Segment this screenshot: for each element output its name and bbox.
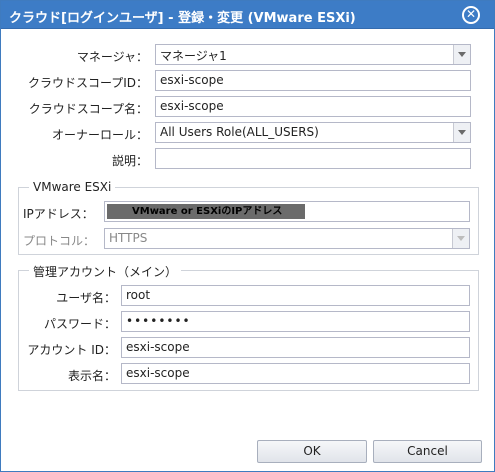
scope-id-label: クラウドスコープID： xyxy=(27,76,148,90)
scope-name-label: クラウドスコープ名： xyxy=(28,102,148,116)
chevron-down-icon[interactable] xyxy=(453,123,470,142)
protocol-select[interactable]: HTTPS xyxy=(104,228,470,249)
owner-role-select[interactable]: All Users Role(ALL_USERS) xyxy=(155,122,471,143)
password-label: パスワード： xyxy=(43,317,116,331)
chevron-down-icon[interactable] xyxy=(452,229,469,248)
scope-id-input[interactable]: esxi-scope xyxy=(155,70,471,91)
owner-role-label: オーナーロール： xyxy=(51,128,148,142)
ip-placeholder-hint: VMware or ESXiのIPアドレス xyxy=(107,204,305,219)
close-icon[interactable]: ✕ xyxy=(462,6,480,24)
vmware-legend: VMware ESXi xyxy=(29,180,116,194)
ok-button[interactable]: OK xyxy=(257,440,367,463)
ip-input[interactable]: VMware or ESXiのIPアドレス xyxy=(104,201,470,222)
manager-label: マネージャ： xyxy=(76,50,148,64)
owner-role-value: All Users Role(ALL_USERS) xyxy=(160,125,319,139)
scope-name-input[interactable]: esxi-scope xyxy=(155,96,471,117)
user-input[interactable]: root xyxy=(121,285,470,306)
ip-label: IPアドレス： xyxy=(23,207,94,221)
dialog-title: クラウド[ログインユーザ] - 登録・変更 (VMware ESXi) xyxy=(9,11,356,26)
account-id-label: アカウント ID： xyxy=(27,343,116,357)
account-legend: 管理アカウント（メイン） xyxy=(29,263,182,280)
chevron-down-icon[interactable] xyxy=(453,45,470,64)
description-input[interactable] xyxy=(155,148,471,169)
display-name-label: 表示名： xyxy=(67,369,116,383)
description-label: 説明： xyxy=(111,154,148,168)
cancel-button[interactable]: Cancel xyxy=(373,440,482,463)
display-name-input[interactable]: esxi-scope xyxy=(121,363,470,384)
account-id-input[interactable]: esxi-scope xyxy=(121,337,470,358)
dialog-window: クラウド[ログインユーザ] - 登録・変更 (VMware ESXi) ✕ マネ… xyxy=(0,0,495,472)
protocol-value: HTTPS xyxy=(109,231,148,245)
password-input[interactable]: •••••••• xyxy=(121,311,470,332)
dialog-titlebar[interactable]: クラウド[ログインユーザ] - 登録・変更 (VMware ESXi) ✕ xyxy=(1,1,494,29)
manager-value: マネージャ1 xyxy=(160,49,227,63)
user-label: ユーザ名： xyxy=(56,291,116,305)
protocol-label: プロトコル： xyxy=(23,234,96,248)
manager-select[interactable]: マネージャ1 xyxy=(155,44,471,65)
